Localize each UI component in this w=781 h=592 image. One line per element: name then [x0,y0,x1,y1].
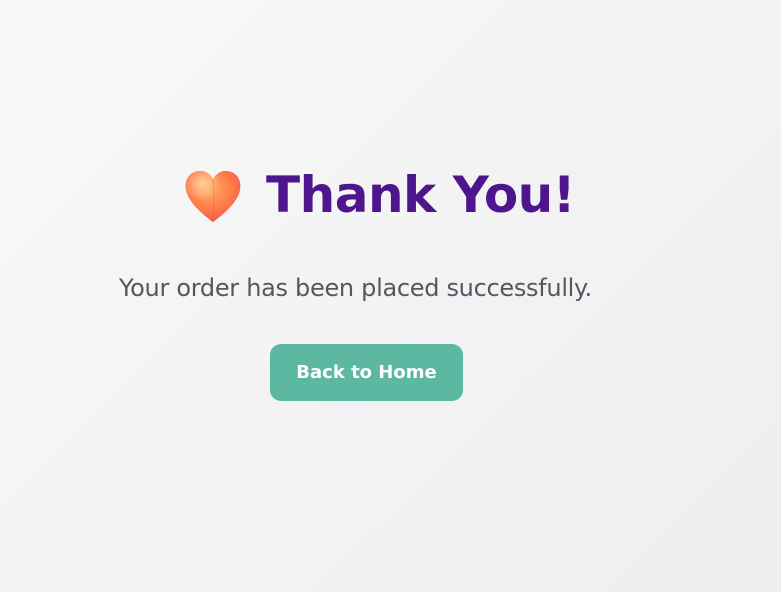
back-to-home-button[interactable]: Back to Home [270,344,463,401]
heart-icon [185,170,241,223]
confirmation-page: Thank You! Your order has been placed su… [0,0,781,592]
success-message: Your order has been placed successfully. [119,274,592,302]
page-title: Thank You! [266,166,576,224]
title-row: Thank You! [182,160,576,230]
